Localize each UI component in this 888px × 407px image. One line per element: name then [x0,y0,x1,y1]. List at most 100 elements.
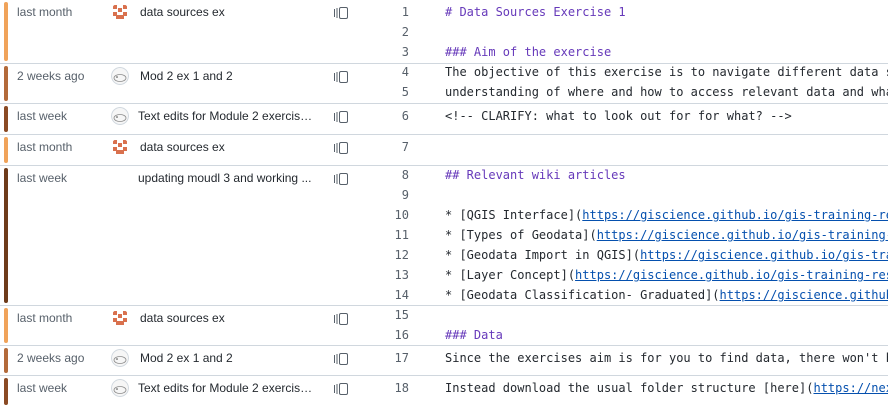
reblame-icon[interactable] [333,381,349,395]
commit-age: 2 weeks ago [17,69,85,83]
code-prefix: * [Types of Geodata]( [445,228,597,242]
blame-block: last week Text edits for Module 2 exerci… [0,376,888,407]
commit-age: last week [17,171,68,185]
code-line: 2 [360,23,888,43]
commit-message-link[interactable]: Text edits for Module 2 exercises... [138,109,318,123]
commit-age: last month [17,140,73,154]
line-number[interactable]: 14 [360,288,409,302]
line-number[interactable]: 8 [360,168,409,182]
commit-message-link[interactable]: Text edits for Module 2 exercises... [138,381,318,395]
identicon-avatar[interactable] [111,138,129,156]
code-text: # Data Sources Exercise 1 [445,5,626,19]
reblame-icon[interactable] [333,311,349,325]
code-prefix: * [Layer Concept]( [445,268,576,282]
line-number[interactable]: 1 [360,5,409,19]
code-text: Since the exercises aim is for you to fi… [445,351,888,365]
age-indicator [4,308,8,343]
commit-message-link[interactable]: data sources ex [140,5,320,19]
url-link[interactable]: https://giscience.github.i [720,288,888,302]
age-indicator [4,66,8,101]
code-text: ### Data [445,328,503,342]
reblame-icon[interactable] [333,171,349,185]
code-prefix: * [Geodata Classification- Graduated]( [445,288,720,302]
reblame-icon[interactable] [333,351,349,365]
commit-message-link[interactable]: data sources ex [140,311,320,325]
blame-block: last month data sources ex 15 16 ### Data [0,306,888,346]
commit-age: 2 weeks ago [17,351,85,365]
reblame-icon[interactable] [333,5,349,19]
age-indicator [4,348,8,373]
line-number[interactable]: 13 [360,268,409,282]
line-number[interactable]: 10 [360,208,409,222]
line-number[interactable]: 9 [360,188,409,202]
code-line: 17 Since the exercises aim is for you to … [360,349,888,369]
line-number[interactable]: 15 [360,308,409,322]
line-number[interactable]: 3 [360,45,409,59]
reblame-icon[interactable] [333,69,349,83]
url-link[interactable]: https://giscience.github.io/gis-training… [575,268,888,282]
code-line: 6 <!-- CLARIFY: what to look out for for … [360,107,888,127]
url-link[interactable]: https://nexus [813,381,888,395]
code-text: * [Geodata Classification- Graduated](ht… [445,288,888,302]
blame-block: last week updating moudl 3 and working .… [0,166,888,306]
code-line: 16 ### Data [360,326,888,346]
code-line: 10 * [QGIS Interface](https://giscience.g… [360,206,888,226]
blame-block: last week Text edits for Module 2 exerci… [0,104,888,135]
age-indicator [4,2,8,61]
line-number[interactable]: 4 [360,65,409,79]
code-line: 15 [360,306,888,326]
reblame-icon[interactable] [333,109,349,123]
code-line: 1 # Data Sources Exercise 1 [360,3,888,23]
code-line: 4 The objective of this exercise is to na… [360,63,888,83]
age-indicator [4,168,8,303]
hamster-avatar[interactable] [111,67,129,85]
hamster-avatar[interactable] [111,107,129,125]
line-number[interactable]: 17 [360,351,409,365]
code-text: ## Relevant wiki articles [445,168,626,182]
code-text: * [Geodata Import in QGIS](https://gisci… [445,248,888,262]
code-line: 3 ### Aim of the exercise [360,43,888,63]
line-number[interactable]: 2 [360,25,409,39]
reblame-icon[interactable] [333,140,349,154]
commit-message-link[interactable]: updating moudl 3 and working ... [138,171,318,185]
code-prefix: Instead download the usual folder struct… [445,381,814,395]
identicon-avatar[interactable] [111,3,129,21]
code-prefix: * [QGIS Interface]( [445,208,583,222]
hamster-avatar[interactable] [111,349,129,367]
line-number[interactable]: 6 [360,109,409,123]
url-link[interactable]: https://giscience.github.io/gis-trai [640,248,888,262]
commit-age: last month [17,311,73,325]
blame-block: 2 weeks ago Mod 2 ex 1 and 2 4 The object… [0,64,888,104]
commit-message-link[interactable]: data sources ex [140,140,320,154]
code-line: 9 [360,186,888,206]
code-line: 8 ## Relevant wiki articles [360,166,888,186]
code-text: * [Layer Concept](https://giscience.gith… [445,268,888,282]
code-text: understanding of where and how to access… [445,85,888,99]
url-link[interactable]: https://giscience.github.io/gis-training… [597,228,888,242]
code-text: <!-- CLARIFY: what to look out for for w… [445,109,792,123]
line-number[interactable]: 11 [360,228,409,242]
code-line: 13 * [Layer Concept](https://giscience.gi… [360,266,888,286]
line-number[interactable]: 12 [360,248,409,262]
commit-message-link[interactable]: Mod 2 ex 1 and 2 [140,69,320,83]
line-number[interactable]: 16 [360,328,409,342]
code-prefix: * [Geodata Import in QGIS]( [445,248,641,262]
commit-message-link[interactable]: Mod 2 ex 1 and 2 [140,351,320,365]
hamster-avatar[interactable] [111,379,129,397]
identicon-avatar[interactable] [111,309,129,327]
blame-block: last month data sources ex 7 [0,135,888,166]
blame-block: 2 weeks ago Mod 2 ex 1 and 2 17 Since the… [0,346,888,376]
line-number[interactable]: 7 [360,140,409,154]
code-text: The objective of this exercise is to nav… [445,65,888,79]
code-line: 14 * [Geodata Classification- Graduated](… [360,286,888,306]
age-indicator [4,378,8,405]
age-indicator [4,137,8,163]
line-number[interactable]: 5 [360,85,409,99]
commit-age: last week [17,381,68,395]
line-number[interactable]: 18 [360,381,409,395]
age-indicator [4,106,8,132]
code-text: ### Aim of the exercise [445,45,612,59]
code-line: 18 Instead download the usual folder stru… [360,379,888,399]
code-text: * [Types of Geodata](https://giscience.g… [445,228,888,242]
url-link[interactable]: https://giscience.github.io/gis-training… [582,208,888,222]
